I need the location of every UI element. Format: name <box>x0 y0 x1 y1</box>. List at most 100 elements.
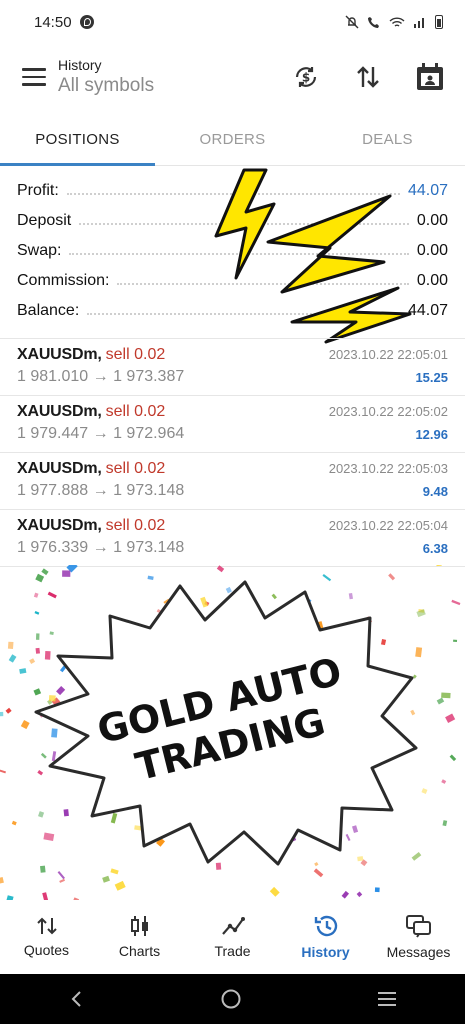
deal-side: sell 0.02 <box>105 517 166 534</box>
deal-side: sell 0.02 <box>105 460 166 477</box>
status-icons <box>345 15 443 29</box>
confetti-piece <box>0 769 6 774</box>
confetti-piece <box>59 878 65 883</box>
menu-icon[interactable] <box>22 68 46 86</box>
sort-icon[interactable] <box>351 60 385 94</box>
deal-side: sell 0.02 <box>105 403 166 420</box>
trade-icon <box>221 917 245 935</box>
confetti-piece <box>341 890 349 899</box>
nav-label: Messages <box>386 944 451 960</box>
confetti-piece <box>441 779 447 784</box>
deal-time: 2023.10.22 22:05:04 <box>328 518 448 533</box>
messages-icon <box>405 915 431 938</box>
confetti-piece <box>356 891 363 898</box>
deal-prices: 1 981.010 → 1 973.387 <box>17 368 185 385</box>
confetti-piece <box>20 719 30 730</box>
confetti-piece <box>41 568 49 576</box>
mute-icon <box>345 15 359 29</box>
confetti-piece <box>57 871 65 880</box>
calendar-icon[interactable] <box>413 60 447 94</box>
confetti-piece <box>451 599 461 606</box>
system-nav-bar <box>0 974 465 1024</box>
confetti-piece <box>110 868 119 875</box>
nav-label: Charts <box>118 943 161 959</box>
confetti-piece <box>436 565 442 567</box>
tab-orders[interactable]: ORDERS <box>155 114 310 165</box>
confetti-piece <box>8 654 17 663</box>
status-bar: 14:50 <box>0 0 465 44</box>
list-item[interactable]: XAUUSDm, sell 0.02 2023.10.22 22:05:03 1 9… <box>0 453 465 510</box>
battery-icon <box>435 15 443 29</box>
confetti-piece <box>421 788 428 794</box>
deal-prices: 1 979.447 → 1 972.964 <box>17 425 185 442</box>
signal-icon <box>414 18 424 28</box>
confetti-piece <box>269 886 280 897</box>
deal-profit: 15.25 <box>415 369 448 385</box>
confetti-piece <box>216 565 225 573</box>
confetti-piece <box>442 820 448 827</box>
confetti-piece <box>441 692 451 699</box>
charts-icon <box>130 916 148 936</box>
tab-deals[interactable]: DEALS <box>310 114 465 165</box>
deal-profit: 6.38 <box>422 540 448 556</box>
lightning-bolt-icon <box>290 286 412 344</box>
nav-messages[interactable]: Messages <box>372 900 465 974</box>
deal-symbol: XAUUSDm, <box>17 460 102 477</box>
lightning-bolt-icon <box>214 168 276 280</box>
app-bar-actions: $ <box>289 60 447 94</box>
deal-symbol: XAUUSDm, <box>17 346 102 363</box>
confetti-piece <box>0 877 4 884</box>
deal-symbol: XAUUSDm, <box>17 403 102 420</box>
symbol-filter[interactable]: All symbols <box>58 75 154 97</box>
home-icon[interactable] <box>220 988 242 1010</box>
app-title-block[interactable]: History All symbols <box>58 57 154 97</box>
confetti-piece <box>436 697 445 705</box>
nav-trade[interactable]: Trade <box>186 900 279 974</box>
deal-prices: 1 977.888 → 1 973.148 <box>17 482 185 499</box>
call-icon <box>368 17 379 28</box>
nav-history[interactable]: History <box>279 900 372 974</box>
deal-time: 2023.10.22 22:05:02 <box>328 404 448 419</box>
bottom-nav: Quotes Charts Trade History Messages <box>0 900 465 974</box>
confetti-piece <box>5 707 12 714</box>
lightning-bolt-icon <box>266 194 392 294</box>
nav-charts[interactable]: Charts <box>93 900 186 974</box>
confetti-piece <box>313 868 324 878</box>
nav-label: Trade <box>214 943 251 959</box>
promo-starburst-badge: GOLD AUTO TRADING <box>34 580 418 866</box>
tab-bar: POSITIONS ORDERS DEALS <box>0 114 465 166</box>
deal-profit: 12.96 <box>415 426 448 442</box>
list-item[interactable]: XAUUSDm, sell 0.02 2023.10.22 22:05:01 1 9… <box>0 339 465 396</box>
confetti-piece <box>114 880 126 891</box>
confetti-piece <box>11 820 17 826</box>
list-item[interactable]: XAUUSDm, sell 0.02 2023.10.22 22:05:02 1 9… <box>0 396 465 453</box>
status-time: 14:50 <box>34 13 72 31</box>
recents-icon[interactable] <box>376 989 398 1009</box>
sync-currency-icon[interactable]: $ <box>289 60 323 94</box>
confetti-piece <box>102 875 110 883</box>
lightning-decoration <box>214 168 412 344</box>
tab-positions[interactable]: POSITIONS <box>0 114 155 166</box>
notification-icon <box>79 15 94 29</box>
deal-profit: 9.48 <box>422 483 448 499</box>
svg-text:$: $ <box>302 71 310 85</box>
deal-prices: 1 976.339 → 1 973.148 <box>17 539 185 556</box>
deal-symbol: XAUUSDm, <box>17 517 102 534</box>
nav-quotes[interactable]: Quotes <box>0 900 93 974</box>
deal-time: 2023.10.22 22:05:01 <box>328 347 448 362</box>
confetti-piece <box>62 570 71 577</box>
confetti-piece <box>449 754 457 762</box>
nav-label: History <box>301 944 350 960</box>
confetti-piece <box>374 887 380 893</box>
confetti-piece <box>0 711 4 717</box>
list-item[interactable]: XAUUSDm, sell 0.02 2023.10.22 22:05:04 1 9… <box>0 510 465 567</box>
page-title: History <box>58 57 102 73</box>
back-icon[interactable] <box>67 989 87 1009</box>
app-bar: History All symbols $ <box>0 44 465 110</box>
deal-time: 2023.10.22 22:05:03 <box>328 461 448 476</box>
confetti-piece <box>19 668 27 674</box>
confetti-piece <box>453 639 458 642</box>
wifi-icon <box>389 16 405 27</box>
deal-side: sell 0.02 <box>105 346 166 363</box>
confetti-piece <box>7 641 14 650</box>
